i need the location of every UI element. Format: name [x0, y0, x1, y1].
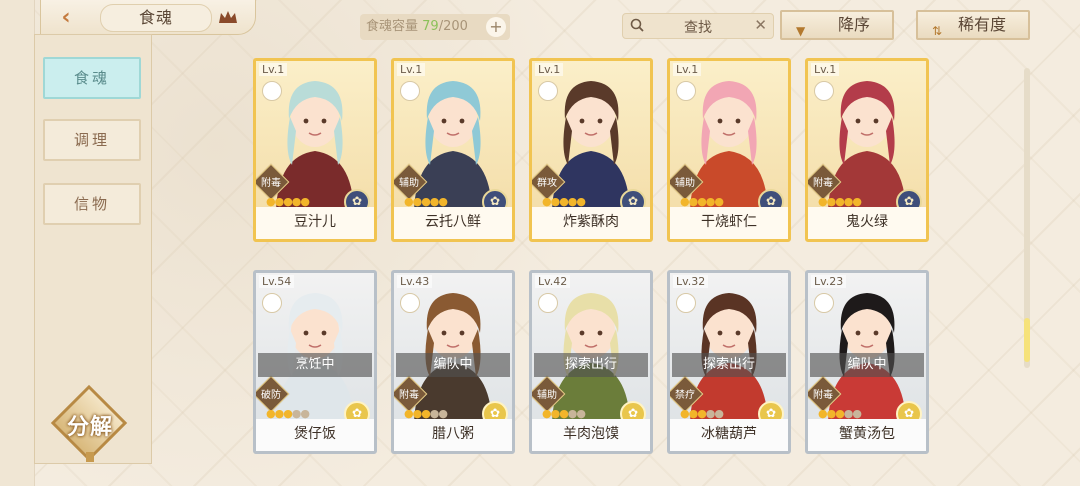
sort-rarity-button[interactable]: ⇅ 稀有度: [916, 10, 1030, 40]
crown-icon[interactable]: [218, 9, 238, 25]
left-frame: [0, 0, 35, 486]
status-banner: 编队中: [810, 353, 924, 377]
clear-search-icon[interactable]: ✕: [754, 16, 767, 34]
food-soul-name: 云托八鲜: [394, 207, 512, 239]
dish-icon: [676, 293, 696, 313]
decompose-label: 分解: [66, 415, 113, 440]
level-label: Lv.54: [259, 275, 295, 288]
level-label: Lv.1: [535, 63, 564, 76]
food-soul-name: 羊肉泡馍: [532, 419, 650, 451]
level-label: Lv.43: [397, 275, 433, 288]
status-banner: 探索出行: [672, 353, 786, 377]
sort-down-icon: ▼: [796, 24, 806, 38]
role-label: 附毒: [813, 390, 833, 401]
page-title: 食魂: [100, 4, 212, 32]
food-soul-name: 鬼火绿: [808, 207, 926, 239]
dish-icon: [400, 293, 420, 313]
status-banner: 探索出行: [534, 353, 648, 377]
dish-icon: [262, 293, 282, 313]
food-soul-name: 蟹黄汤包: [808, 419, 926, 451]
sort-order-label: 降序: [837, 15, 870, 34]
role-label: 辅助: [537, 390, 557, 401]
tab-tokens[interactable]: 信物: [43, 183, 141, 225]
food-soul-name: 冰糖葫芦: [670, 419, 788, 451]
dish-icon: [262, 81, 282, 101]
food-soul-name: 煲仔饭: [256, 419, 374, 451]
role-label: 附毒: [399, 390, 419, 401]
food-soul-card[interactable]: Lv.1 群攻 ●●●●● ✿ 炸紫酥肉: [529, 58, 653, 242]
tassel-decoration: [86, 452, 94, 462]
swap-icon: ⇅: [932, 24, 943, 38]
role-label: 辅助: [399, 178, 419, 189]
role-label: 附毒: [261, 178, 281, 189]
food-soul-name: 干烧虾仁: [670, 207, 788, 239]
level-label: Lv.32: [673, 275, 709, 288]
food-soul-card[interactable]: Lv.43 附毒 ●●●●● ✿ 编队中 腊八粥: [391, 270, 515, 454]
food-soul-card[interactable]: Lv.1 辅助 ●●●●● ✿ 干烧虾仁: [667, 58, 791, 242]
role-label: 辅助: [675, 178, 695, 189]
back-button[interactable]: ‹: [50, 4, 82, 30]
status-banner: 编队中: [396, 353, 510, 377]
level-label: Lv.1: [259, 63, 288, 76]
level-label: Lv.1: [397, 63, 426, 76]
food-soul-card[interactable]: Lv.1 附毒 ●●●●● ✿ 豆汁儿: [253, 58, 377, 242]
role-label: 群攻: [537, 178, 557, 189]
status-banner: 烹饪中: [258, 353, 372, 377]
capacity-label: 食魂容量: [366, 19, 419, 34]
search-box[interactable]: 查找 ✕: [622, 13, 774, 39]
food-soul-card[interactable]: Lv.1 辅助 ●●●●● ✿ 云托八鲜: [391, 58, 515, 242]
food-soul-name: 豆汁儿: [256, 207, 374, 239]
scrollbar[interactable]: [1024, 68, 1030, 368]
search-label: 查找: [684, 20, 712, 36]
capacity-display: 食魂容量 79/200 +: [360, 14, 510, 40]
role-label: 禁疗: [675, 390, 695, 401]
decompose-button[interactable]: 分解: [50, 384, 128, 462]
role-label: 附毒: [813, 178, 833, 189]
food-soul-name: 炸紫酥肉: [532, 207, 650, 239]
food-soul-card[interactable]: Lv.23 附毒 ●●●●● ✿ 编队中 蟹黄汤包: [805, 270, 929, 454]
sort-rarity-label: 稀有度: [957, 15, 1006, 34]
dish-icon: [814, 81, 834, 101]
level-label: Lv.1: [811, 63, 840, 76]
dish-icon: [400, 81, 420, 101]
capacity-total: /200: [438, 19, 468, 34]
level-label: Lv.23: [811, 275, 847, 288]
dish-icon: [538, 293, 558, 313]
level-label: Lv.42: [535, 275, 571, 288]
dish-icon: [676, 81, 696, 101]
food-soul-card[interactable]: Lv.1 附毒 ●●●●● ✿ 鬼火绿: [805, 58, 929, 242]
sort-order-button[interactable]: ▼ 降序: [780, 10, 894, 40]
food-soul-card[interactable]: Lv.32 禁疗 ●●●●● ✿ 探索出行 冰糖葫芦: [667, 270, 791, 454]
food-soul-card[interactable]: Lv.42 辅助 ●●●●● ✿ 探索出行 羊肉泡馍: [529, 270, 653, 454]
food-soul-card[interactable]: Lv.54 破防 ●●●●● ✿ 烹饪中 煲仔饭: [253, 270, 377, 454]
dish-icon: [538, 81, 558, 101]
back-arrow-icon: ‹: [61, 4, 71, 30]
dish-icon: [814, 293, 834, 313]
tab-food-souls[interactable]: 食魂: [43, 57, 141, 99]
food-soul-name: 腊八粥: [394, 419, 512, 451]
level-label: Lv.1: [673, 63, 702, 76]
capacity-current: 79: [422, 19, 439, 34]
tab-conditioning[interactable]: 调理: [43, 119, 141, 161]
scrollbar-thumb[interactable]: [1024, 318, 1030, 362]
role-label: 破防: [261, 390, 281, 401]
add-capacity-button[interactable]: +: [486, 17, 506, 37]
